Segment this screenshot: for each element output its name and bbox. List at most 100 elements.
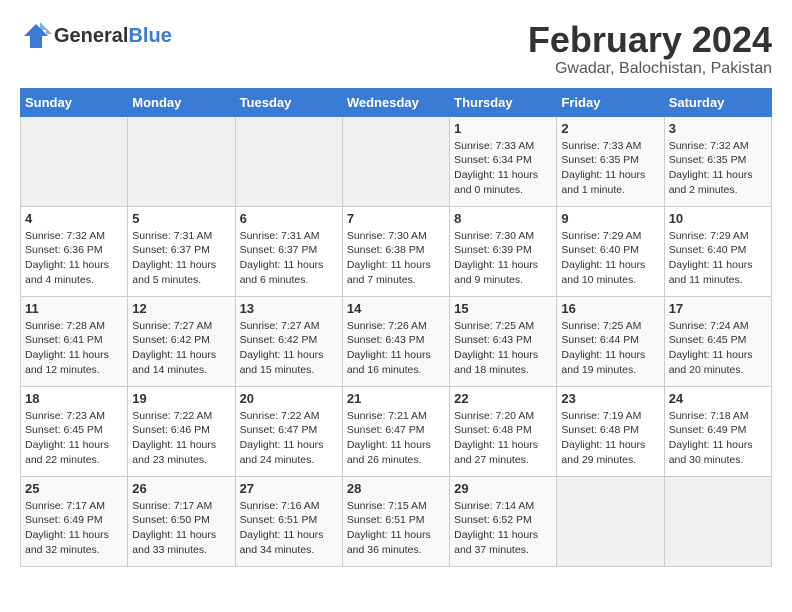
day-number: 14 bbox=[347, 301, 445, 316]
calendar-cell: 2 Sunrise: 7:33 AMSunset: 6:35 PMDaylight… bbox=[557, 116, 664, 206]
day-number: 5 bbox=[132, 211, 230, 226]
calendar-cell: 14 Sunrise: 7:26 AMSunset: 6:43 PMDayligh… bbox=[342, 296, 449, 386]
cell-info: Sunrise: 7:23 AMSunset: 6:45 PMDaylight:… bbox=[25, 409, 123, 468]
day-number: 10 bbox=[669, 211, 767, 226]
logo: GeneralBlue bbox=[20, 20, 172, 52]
cell-info: Sunrise: 7:25 AMSunset: 6:43 PMDaylight:… bbox=[454, 319, 552, 378]
day-number: 18 bbox=[25, 391, 123, 406]
calendar-cell: 21 Sunrise: 7:21 AMSunset: 6:47 PMDayligh… bbox=[342, 386, 449, 476]
cell-info: Sunrise: 7:17 AMSunset: 6:49 PMDaylight:… bbox=[25, 499, 123, 558]
calendar-cell: 15 Sunrise: 7:25 AMSunset: 6:43 PMDayligh… bbox=[450, 296, 557, 386]
calendar-cell: 7 Sunrise: 7:30 AMSunset: 6:38 PMDaylight… bbox=[342, 206, 449, 296]
logo-icon bbox=[20, 20, 52, 52]
calendar-cell: 22 Sunrise: 7:20 AMSunset: 6:48 PMDayligh… bbox=[450, 386, 557, 476]
cell-info: Sunrise: 7:22 AMSunset: 6:46 PMDaylight:… bbox=[132, 409, 230, 468]
day-number: 29 bbox=[454, 481, 552, 496]
cell-info: Sunrise: 7:25 AMSunset: 6:44 PMDaylight:… bbox=[561, 319, 659, 378]
title-block: February 2024 Gwadar, Balochistan, Pakis… bbox=[528, 20, 772, 78]
calendar-cell: 5 Sunrise: 7:31 AMSunset: 6:37 PMDaylight… bbox=[128, 206, 235, 296]
day-header-wednesday: Wednesday bbox=[342, 88, 449, 116]
cell-info: Sunrise: 7:26 AMSunset: 6:43 PMDaylight:… bbox=[347, 319, 445, 378]
day-header-friday: Friday bbox=[557, 88, 664, 116]
day-number: 9 bbox=[561, 211, 659, 226]
cell-info: Sunrise: 7:24 AMSunset: 6:45 PMDaylight:… bbox=[669, 319, 767, 378]
cell-info: Sunrise: 7:21 AMSunset: 6:47 PMDaylight:… bbox=[347, 409, 445, 468]
calendar-cell: 12 Sunrise: 7:27 AMSunset: 6:42 PMDayligh… bbox=[128, 296, 235, 386]
cell-info: Sunrise: 7:30 AMSunset: 6:39 PMDaylight:… bbox=[454, 229, 552, 288]
day-header-monday: Monday bbox=[128, 88, 235, 116]
day-number: 11 bbox=[25, 301, 123, 316]
calendar-cell: 6Sunrise: 7:31 AMSunset: 6:37 PMDaylight… bbox=[235, 206, 342, 296]
calendar-week-row: 4 Sunrise: 7:32 AMSunset: 6:36 PMDaylight… bbox=[21, 206, 772, 296]
day-number: 2 bbox=[561, 121, 659, 136]
day-header-tuesday: Tuesday bbox=[235, 88, 342, 116]
calendar-header-row: SundayMondayTuesdayWednesdayThursdayFrid… bbox=[21, 88, 772, 116]
calendar-cell: 10 Sunrise: 7:29 AMSunset: 6:40 PMDayligh… bbox=[664, 206, 771, 296]
calendar-week-row: 25 Sunrise: 7:17 AMSunset: 6:49 PMDayligh… bbox=[21, 476, 772, 566]
day-number: 8 bbox=[454, 211, 552, 226]
calendar-table: SundayMondayTuesdayWednesdayThursdayFrid… bbox=[20, 88, 772, 567]
day-number: 27 bbox=[240, 481, 338, 496]
day-number: 13 bbox=[240, 301, 338, 316]
cell-info: Sunrise: 7:31 AMSunset: 6:37 PMDaylight:… bbox=[132, 229, 230, 288]
day-number: 25 bbox=[25, 481, 123, 496]
calendar-cell bbox=[664, 476, 771, 566]
calendar-cell: 29 Sunrise: 7:14 AMSunset: 6:52 PMDayligh… bbox=[450, 476, 557, 566]
day-number: 19 bbox=[132, 391, 230, 406]
cell-info: Sunrise: 7:33 AMSunset: 6:34 PMDaylight:… bbox=[454, 139, 552, 198]
calendar-cell: 11 Sunrise: 7:28 AMSunset: 6:41 PMDayligh… bbox=[21, 296, 128, 386]
cell-info: Sunrise: 7:29 AMSunset: 6:40 PMDaylight:… bbox=[669, 229, 767, 288]
day-number: 15 bbox=[454, 301, 552, 316]
calendar-cell: 27 Sunrise: 7:16 AMSunset: 6:51 PMDayligh… bbox=[235, 476, 342, 566]
calendar-cell: 20Sunrise: 7:22 AMSunset: 6:47 PMDayligh… bbox=[235, 386, 342, 476]
day-number: 28 bbox=[347, 481, 445, 496]
calendar-cell: 23 Sunrise: 7:19 AMSunset: 6:48 PMDayligh… bbox=[557, 386, 664, 476]
day-number: 26 bbox=[132, 481, 230, 496]
day-number: 4 bbox=[25, 211, 123, 226]
cell-info: Sunrise: 7:32 AMSunset: 6:35 PMDaylight:… bbox=[669, 139, 767, 198]
calendar-cell: 28 Sunrise: 7:15 AMSunset: 6:51 PMDayligh… bbox=[342, 476, 449, 566]
cell-info: Sunrise: 7:16 AMSunset: 6:51 PMDaylight:… bbox=[240, 499, 338, 558]
page-title: February 2024 bbox=[528, 20, 772, 60]
calendar-week-row: 18 Sunrise: 7:23 AMSunset: 6:45 PMDayligh… bbox=[21, 386, 772, 476]
cell-info: Sunrise: 7:33 AMSunset: 6:35 PMDaylight:… bbox=[561, 139, 659, 198]
day-header-saturday: Saturday bbox=[664, 88, 771, 116]
calendar-week-row: 11 Sunrise: 7:28 AMSunset: 6:41 PMDayligh… bbox=[21, 296, 772, 386]
calendar-cell bbox=[342, 116, 449, 206]
logo-general: General bbox=[54, 25, 128, 47]
cell-info: Sunrise: 7:30 AMSunset: 6:38 PMDaylight:… bbox=[347, 229, 445, 288]
day-number: 1 bbox=[454, 121, 552, 136]
day-header-sunday: Sunday bbox=[21, 88, 128, 116]
cell-info: Sunrise: 7:17 AMSunset: 6:50 PMDaylight:… bbox=[132, 499, 230, 558]
day-number: 7 bbox=[347, 211, 445, 226]
calendar-cell: 8 Sunrise: 7:30 AMSunset: 6:39 PMDaylight… bbox=[450, 206, 557, 296]
cell-info: Sunrise: 7:27 AMSunset: 6:42 PMDaylight:… bbox=[132, 319, 230, 378]
day-number: 21 bbox=[347, 391, 445, 406]
day-header-thursday: Thursday bbox=[450, 88, 557, 116]
page-subtitle: Gwadar, Balochistan, Pakistan bbox=[528, 60, 772, 78]
calendar-week-row: 1 Sunrise: 7:33 AMSunset: 6:34 PMDaylight… bbox=[21, 116, 772, 206]
cell-info: Sunrise: 7:28 AMSunset: 6:41 PMDaylight:… bbox=[25, 319, 123, 378]
day-number: 3 bbox=[669, 121, 767, 136]
cell-info: Sunrise: 7:20 AMSunset: 6:48 PMDaylight:… bbox=[454, 409, 552, 468]
cell-info: Sunrise: 7:27 AMSunset: 6:42 PMDaylight:… bbox=[240, 319, 338, 378]
calendar-cell: 26 Sunrise: 7:17 AMSunset: 6:50 PMDayligh… bbox=[128, 476, 235, 566]
cell-info: Sunrise: 7:15 AMSunset: 6:51 PMDaylight:… bbox=[347, 499, 445, 558]
calendar-cell: 4 Sunrise: 7:32 AMSunset: 6:36 PMDaylight… bbox=[21, 206, 128, 296]
cell-info: Sunrise: 7:19 AMSunset: 6:48 PMDaylight:… bbox=[561, 409, 659, 468]
day-number: 22 bbox=[454, 391, 552, 406]
day-number: 12 bbox=[132, 301, 230, 316]
cell-info: Sunrise: 7:18 AMSunset: 6:49 PMDaylight:… bbox=[669, 409, 767, 468]
calendar-cell bbox=[21, 116, 128, 206]
calendar-cell bbox=[128, 116, 235, 206]
cell-info: Sunrise: 7:14 AMSunset: 6:52 PMDaylight:… bbox=[454, 499, 552, 558]
page-header: GeneralBlue February 2024 Gwadar, Baloch… bbox=[20, 20, 772, 78]
calendar-cell: 17 Sunrise: 7:24 AMSunset: 6:45 PMDayligh… bbox=[664, 296, 771, 386]
calendar-cell: 18 Sunrise: 7:23 AMSunset: 6:45 PMDayligh… bbox=[21, 386, 128, 476]
cell-info: Sunrise: 7:32 AMSunset: 6:36 PMDaylight:… bbox=[25, 229, 123, 288]
day-number: 17 bbox=[669, 301, 767, 316]
calendar-cell: 13 Sunrise: 7:27 AMSunset: 6:42 PMDayligh… bbox=[235, 296, 342, 386]
calendar-cell: 24Sunrise: 7:18 AMSunset: 6:49 PMDayligh… bbox=[664, 386, 771, 476]
day-number: 16 bbox=[561, 301, 659, 316]
day-number: 23 bbox=[561, 391, 659, 406]
